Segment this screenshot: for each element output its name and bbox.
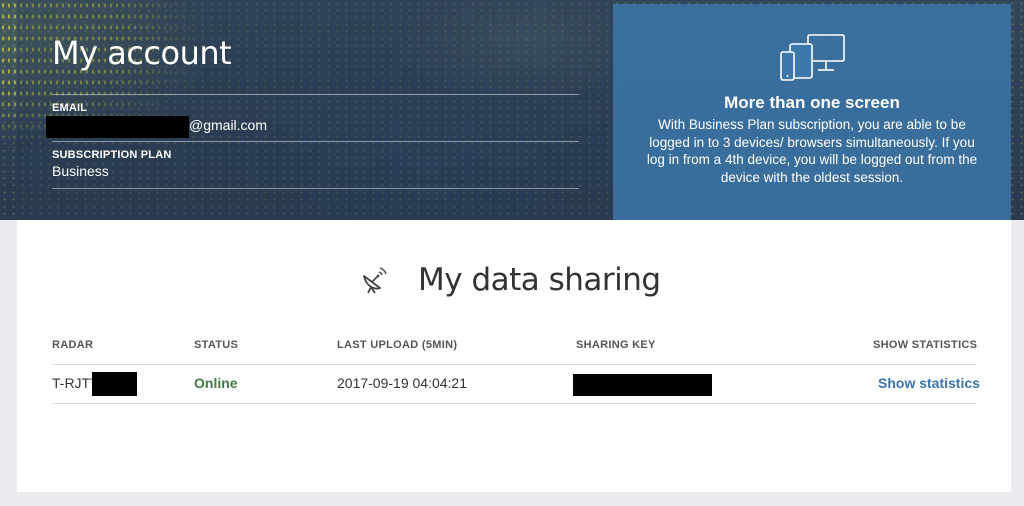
last-upload-time: 2017-09-19 04:04:21 <box>337 375 467 391</box>
promo-text: With Business Plan subscription, you are… <box>646 117 978 185</box>
page: My account EMAIL @gmail.com SUBSCRIPTION… <box>0 0 1024 506</box>
divider <box>52 188 579 189</box>
devices-icon <box>780 34 845 81</box>
subscription-plan-value: Business <box>52 163 109 179</box>
data-sharing-card <box>17 220 1011 492</box>
column-header-status: STATUS <box>194 339 239 351</box>
radar-id-redaction <box>92 372 137 396</box>
promo-title: More than one screen <box>724 93 900 112</box>
column-header-radar: RADAR <box>52 339 94 351</box>
table-row-divider <box>52 403 976 404</box>
status-badge: Online <box>194 375 238 391</box>
email-redaction <box>46 116 189 138</box>
data-sharing-title: My data sharing <box>418 262 661 298</box>
multi-screen-promo: More than one screen With Business Plan … <box>613 4 1011 220</box>
account-panel <box>17 0 613 220</box>
column-header-show-statistics: SHOW STATISTICS <box>873 339 978 351</box>
email-label: EMAIL <box>52 102 88 114</box>
subscription-plan-label: SUBSCRIPTION PLAN <box>52 149 172 161</box>
account-title: My account <box>52 34 232 72</box>
sharing-key-redaction <box>573 374 712 396</box>
column-header-last-upload: LAST UPLOAD (5MIN) <box>337 339 458 351</box>
divider <box>52 94 579 95</box>
show-statistics-link[interactable]: Show statistics <box>878 375 980 391</box>
email-value: @gmail.com <box>189 117 268 133</box>
radar-dish-icon <box>363 267 387 294</box>
table-header-divider <box>52 364 976 365</box>
divider <box>52 141 579 142</box>
column-header-sharing-key: SHARING KEY <box>576 339 656 351</box>
